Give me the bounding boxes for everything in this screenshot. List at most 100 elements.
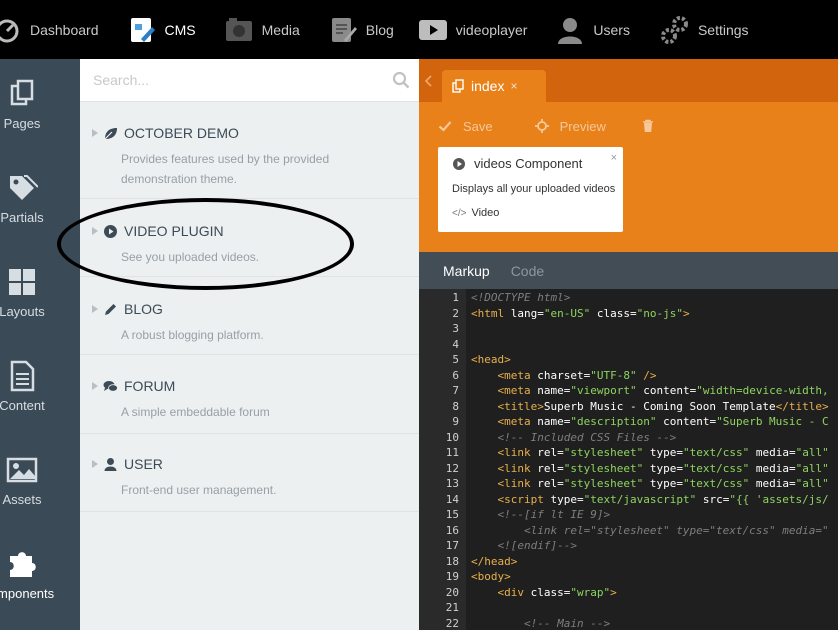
plugin-item-user[interactable]: USER Front-end user management. xyxy=(80,454,419,512)
sidebar-item-assets[interactable]: Assets xyxy=(0,435,62,525)
tab-markup[interactable]: Markup xyxy=(443,263,490,279)
nav-media-label: Media xyxy=(261,21,300,38)
close-icon[interactable]: × xyxy=(611,152,617,164)
plugin-item-blog[interactable]: BLOG A robust blogging platform. xyxy=(80,299,419,355)
nav-dashboard-label: Dashboard xyxy=(30,21,99,38)
search-input[interactable] xyxy=(80,59,370,101)
caret-right-icon xyxy=(92,460,98,468)
line-text: <![endif]--> xyxy=(497,539,577,552)
code-icon: </> xyxy=(452,207,467,219)
close-icon[interactable]: × xyxy=(510,79,517,93)
search-icon[interactable] xyxy=(392,71,410,89)
video-player-icon xyxy=(418,15,448,45)
pencil-icon xyxy=(105,303,116,315)
line-number: 7 xyxy=(452,384,459,397)
line-number: 6 xyxy=(452,368,459,382)
tab-label: index xyxy=(471,78,505,94)
line-text: <!-- Included CSS Files --> xyxy=(497,430,677,444)
editor-tab-bar: index × xyxy=(419,59,838,102)
sidebar-item-components[interactable]: omponents xyxy=(0,529,62,619)
nav-users[interactable]: Users xyxy=(555,0,630,59)
component-card[interactable]: videos Component × Displays all your upl… xyxy=(438,147,623,232)
preview-label: Preview xyxy=(559,118,606,134)
code-line: 8 <title>Superb Music - Coming Soon Temp… xyxy=(419,399,838,415)
preview-button[interactable]: Preview xyxy=(534,118,606,134)
caret-right-icon xyxy=(92,129,98,137)
nav-dashboard[interactable]: Dashboard xyxy=(0,0,99,59)
nav-settings[interactable]: Settings xyxy=(660,0,749,59)
line-text: <script type="text/javascript" src="{{ '… xyxy=(497,492,829,506)
line-text: <!DOCTYPE html> xyxy=(471,291,571,304)
media-icon xyxy=(224,15,254,45)
line-number: 13 xyxy=(445,477,459,490)
line-text: <body> xyxy=(471,570,511,583)
code-line: 22 <!-- Main --> xyxy=(419,616,838,630)
line-number: 1 xyxy=(452,291,459,304)
plugin-description: See you uploaded videos. xyxy=(121,250,260,264)
leaf-icon xyxy=(104,127,117,139)
code-line: 5 <head> xyxy=(419,352,838,368)
plugin-item-forum[interactable]: FORUM A simple embeddable forum xyxy=(80,376,419,434)
plugin-item-october-demo[interactable]: OCTOBER DEMO Provides features used by t… xyxy=(80,123,419,199)
save-button[interactable]: Save xyxy=(438,119,493,134)
pages-icon xyxy=(452,79,464,93)
line-number: 20 xyxy=(445,585,459,599)
plugin-description: A robust blogging platform. xyxy=(121,328,264,342)
sidebar-label-pages: Pages xyxy=(3,115,41,131)
component-description: Displays all your uploaded videos xyxy=(452,183,616,195)
plugin-item-video-plugin[interactable]: VIDEO PLUGIN See you uploaded videos. xyxy=(80,221,419,277)
plugin-title: USER xyxy=(124,456,163,472)
search-bar xyxy=(80,59,419,102)
sidebar-item-pages[interactable]: Pages xyxy=(0,59,62,149)
component-alias-text: Video xyxy=(471,207,500,219)
component-alias: </> Video xyxy=(452,207,499,219)
sidebar-label-components: omponents xyxy=(0,585,55,601)
line-number: 14 xyxy=(445,492,459,506)
blog-icon xyxy=(328,15,358,45)
line-number: 22 xyxy=(445,616,459,630)
line-number: 5 xyxy=(452,353,459,366)
nav-cms[interactable]: CMS xyxy=(127,0,196,59)
content-icon xyxy=(6,360,38,392)
line-text: <link rel="stylesheet" type="text/css" m… xyxy=(497,461,829,475)
cms-icon xyxy=(127,15,157,45)
code-line: 20 <div class="wrap"> xyxy=(419,585,838,601)
nav-blog[interactable]: Blog xyxy=(328,0,394,59)
nav-videoplayer[interactable]: videoplayer xyxy=(418,0,528,59)
caret-right-icon xyxy=(92,305,98,313)
sidebar-item-layouts[interactable]: Layouts xyxy=(0,247,62,337)
plugin-title: VIDEO PLUGIN xyxy=(124,223,224,239)
line-text: <div class="wrap"> xyxy=(497,585,617,599)
nav-media[interactable]: Media xyxy=(224,0,300,59)
code-editor[interactable]: 1 <!DOCTYPE html> 2 <html lang="en-US" clas… xyxy=(419,289,838,630)
code-line: 11 <link rel="stylesheet" type="text/css… xyxy=(419,445,838,461)
chevron-left-icon[interactable] xyxy=(424,75,433,87)
sidebar-item-partials[interactable]: Partials xyxy=(0,153,62,243)
plugin-panel: OCTOBER DEMO Provides features used by t… xyxy=(80,59,419,630)
component-title-text: videos Component xyxy=(474,156,583,171)
code-line: 21 xyxy=(419,600,838,616)
partials-icon xyxy=(6,172,39,204)
tab-code[interactable]: Code xyxy=(511,263,544,279)
user-icon xyxy=(104,457,117,471)
line-text: <link rel="stylesheet" type="text/css" m… xyxy=(497,446,829,459)
sidebar-label-assets: Assets xyxy=(2,491,42,507)
sidebar-item-content[interactable]: Content xyxy=(0,341,62,431)
comments-icon xyxy=(103,380,118,392)
tab-index[interactable]: index × xyxy=(442,70,546,102)
code-line: 13 <link rel="stylesheet" type="text/css… xyxy=(419,476,838,492)
delete-button[interactable] xyxy=(641,119,655,133)
dashboard-icon xyxy=(0,15,22,45)
code-line: 3 xyxy=(419,321,838,337)
nav-videoplayer-label: videoplayer xyxy=(455,21,528,38)
line-number: 9 xyxy=(452,415,459,428)
line-text: <link rel="stylesheet" type="text/css" m… xyxy=(497,477,829,490)
plugin-description: Front-end user management. xyxy=(121,483,277,497)
code-line: 4 xyxy=(419,337,838,353)
play-circle-icon xyxy=(453,157,465,170)
code-line: 2 <html lang="en-US" class="no-js"> xyxy=(419,306,838,322)
caret-right-icon xyxy=(92,382,98,390)
trash-icon xyxy=(642,119,653,132)
code-line: 16 <link rel="stylesheet" type="text/css… xyxy=(419,523,838,539)
line-text: <meta charset="UTF-8" /> xyxy=(497,368,657,382)
